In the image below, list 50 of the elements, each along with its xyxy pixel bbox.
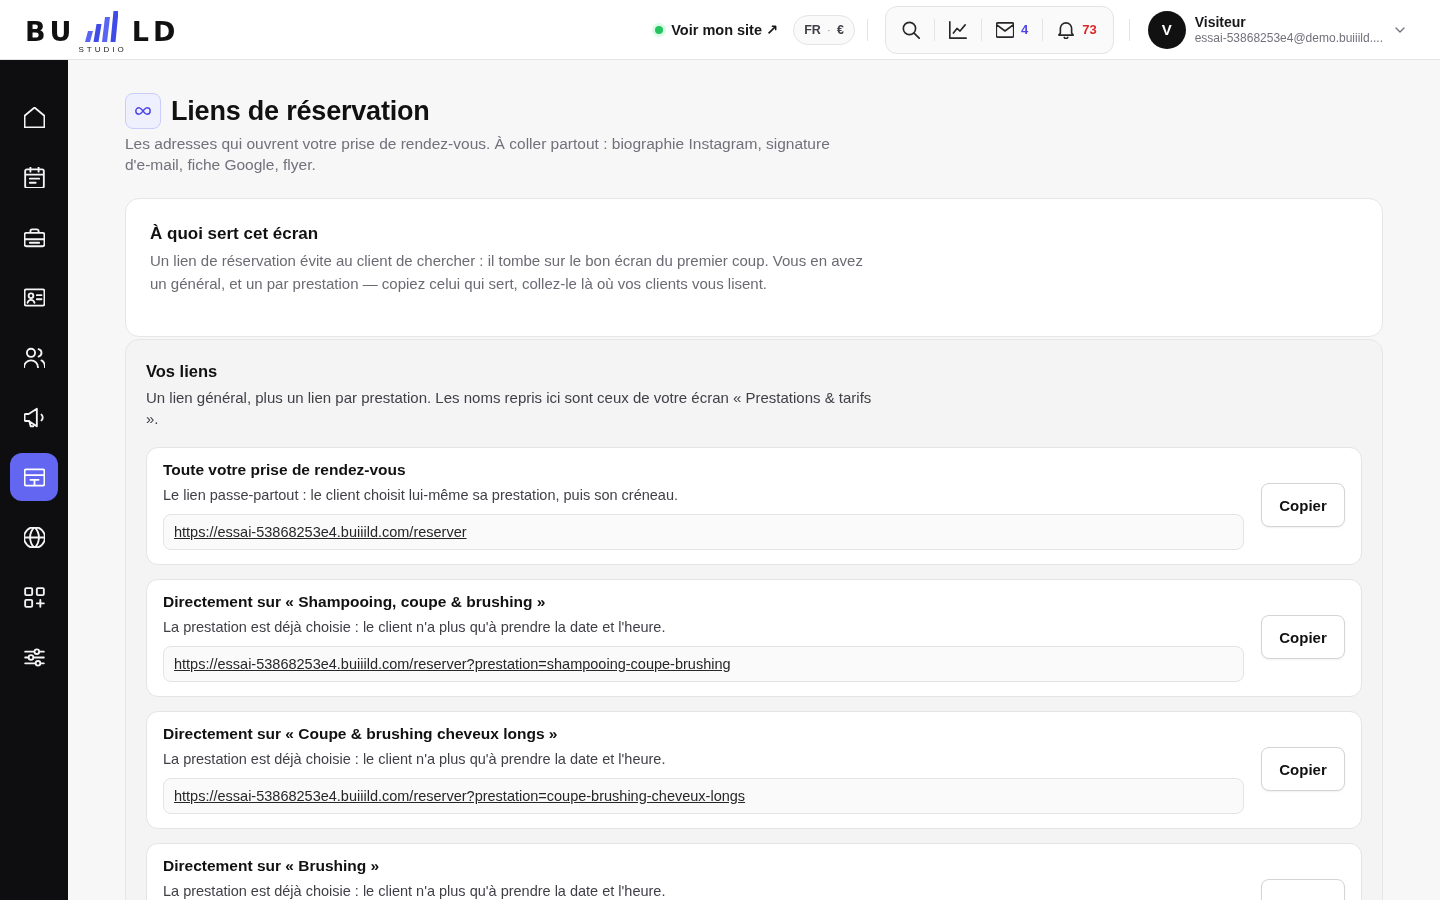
line-chart-icon [949, 20, 967, 39]
link-description: Le lien passe-partout : le client choisit lui-même sa prestation, puis son créneau. [163, 486, 680, 504]
infinity-icon [125, 93, 161, 129]
messages-button[interactable]: 4 [982, 9, 1043, 50]
page-title: Liens de réservation [171, 95, 430, 128]
avatar: V [1147, 10, 1186, 49]
bell-icon [1057, 20, 1076, 39]
link-description: La prestation est déjà choisie : le client n'a plus qu'à prendre la date et l'heure. [163, 618, 667, 636]
link-description: La prestation est déjà choisie : le client n'a plus qu'à prendre la date et l'heure. [163, 750, 667, 768]
unread-count: 73 [1082, 22, 1097, 37]
mail-icon [996, 20, 1014, 39]
url-field[interactable]: https://essai-53868253e4.buiiild.com/reserver [163, 514, 1244, 550]
link-title: Directement sur « Coupe & brushing cheveux longs » [163, 724, 559, 744]
grid-plus-icon [23, 586, 45, 608]
unread-count: 4 [1021, 22, 1029, 37]
user-email: essai-53868253e4@demo.buiiild.... [1194, 30, 1383, 46]
megaphone-icon [23, 406, 45, 428]
logo-bars-icon [84, 10, 118, 42]
logo-text: LD [131, 20, 180, 42]
link-title: Directement sur « Brushing » [163, 856, 381, 876]
sidebar-item[interactable] [10, 453, 58, 501]
users-icon [23, 346, 45, 368]
home-icon [23, 106, 45, 128]
sliders-icon [23, 646, 45, 668]
copy-button[interactable]: Copier [1261, 747, 1345, 791]
search-icon [902, 20, 920, 39]
locale-button[interactable]: FR · € [793, 14, 855, 45]
copy-button[interactable]: Copier [1261, 483, 1345, 527]
card-text: Un lien de réservation évite au client de chercher : il tombe sur le bon écran du premier coup. Vous en avez un général, et un par prestation — copiez celui qui sert, collez-le là où vos clients vous lisent. [150, 251, 864, 294]
id-card-icon [23, 286, 45, 308]
url-field[interactable]: https://essai-53868253e4.buiiild.com/reserver?prestation=shampooing-coupe-brushing [163, 646, 1244, 682]
copy-button[interactable]: Copier [1261, 615, 1345, 659]
section-title: Vos liens [146, 361, 219, 382]
card-title: À quoi sert cet écran [150, 223, 320, 245]
link-title: Toute votre prise de rendez-vous [163, 460, 407, 480]
notifications-button[interactable]: 73 [1043, 9, 1111, 50]
calendar-icon [23, 166, 45, 188]
link-title: Directement sur « Shampooing, coupe & brushing » [163, 592, 547, 612]
chevron-down-icon[interactable] [1395, 26, 1405, 33]
site-link[interactable]: Voir mon site ↗ [655, 21, 779, 38]
url-field[interactable]: https://essai-53868253e4.buiiild.com/reserver?prestation=coupe-brushing-cheveux-longs [163, 778, 1244, 814]
globe-icon [23, 526, 45, 548]
card-icon [23, 466, 45, 488]
page-subtitle: Les adresses qui ouvrent votre prise de rendez-vous. À coller partout : biographie Instagram, signature d'e-mail, fiche Google, flyer. [125, 134, 831, 175]
logo-text: BU [25, 20, 76, 42]
link-description: La prestation est déjà choisie : le client n'a plus qu'à prendre la date et l'heure. [163, 882, 667, 900]
toolbox-icon [23, 226, 45, 248]
logo-tagline: STUDIO [77, 44, 127, 55]
user-name: Visiteur [1194, 13, 1247, 31]
section-description: Un lien général, plus un lien par prestation. Les noms repris ici sont ceux de votre écran « Prestations & tarifs ». [146, 388, 873, 429]
